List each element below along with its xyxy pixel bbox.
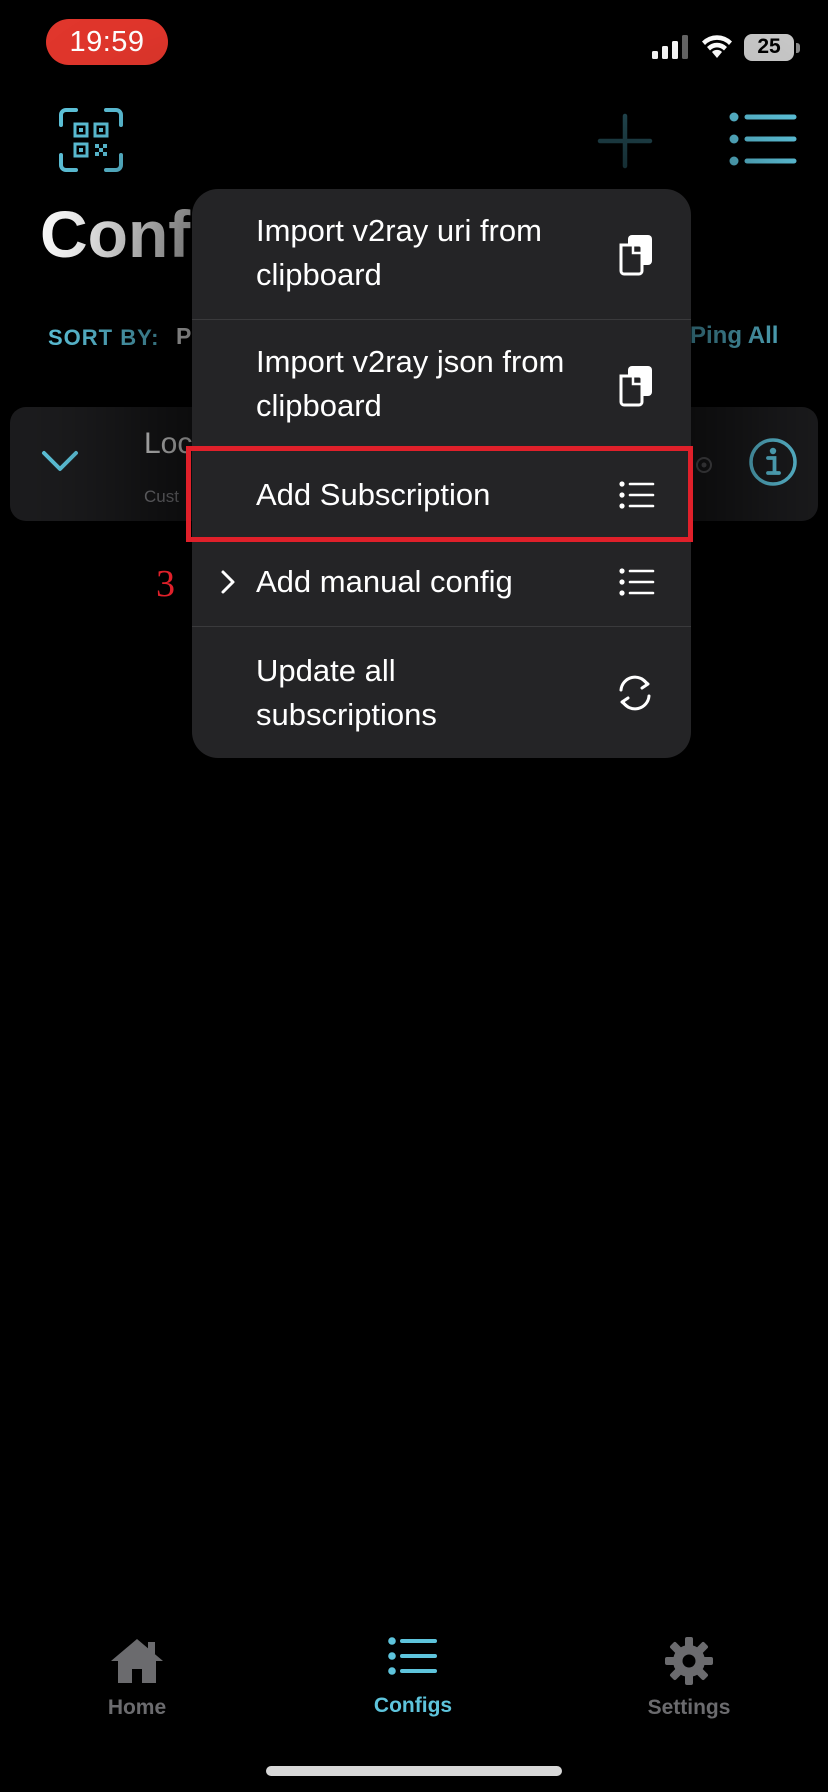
menu-item-import-uri[interactable]: Import v2ray uri from clipboard: [192, 189, 691, 319]
menu-item-label: clipboard: [256, 257, 382, 292]
menu-item-label: Import v2ray json from: [256, 344, 565, 379]
step-number: 3: [156, 563, 175, 605]
tab-label: Configs: [373, 1694, 453, 1717]
home-icon: [111, 1639, 163, 1683]
menu-item-label: subscriptions: [256, 697, 437, 732]
menu-item-import-json[interactable]: Import v2ray json from clipboard: [192, 320, 691, 450]
menu-item-label: Add manual config: [256, 564, 513, 599]
menu-item-label: Import v2ray uri from: [256, 213, 542, 248]
clipboard-icon: [619, 366, 652, 407]
tab-label: Settings: [647, 1696, 731, 1719]
gear-icon: [665, 1637, 713, 1685]
tab-settings[interactable]: Settings: [609, 1636, 769, 1720]
menu-item-add-manual-config[interactable]: Add manual config: [192, 540, 691, 626]
refresh-icon: [619, 675, 651, 711]
home-indicator[interactable]: [266, 1766, 562, 1776]
tab-label: Home: [107, 1696, 167, 1719]
tab-configs[interactable]: Configs: [333, 1636, 493, 1718]
highlight-box: [186, 446, 693, 542]
configs-screen: 19:59 25 Conf SORT BY: P Ping All Loc Cu…: [0, 0, 828, 1792]
chevron-right-icon: [221, 570, 235, 594]
menu-item-label: Update all: [256, 653, 396, 688]
list-icon: [388, 1637, 437, 1675]
menu-item-label: clipboard: [256, 388, 382, 423]
list-icon: [619, 568, 655, 596]
tab-home[interactable]: Home: [57, 1636, 217, 1720]
menu-item-update-subscriptions[interactable]: Update all subscriptions: [192, 627, 691, 758]
clipboard-icon: [619, 235, 652, 276]
